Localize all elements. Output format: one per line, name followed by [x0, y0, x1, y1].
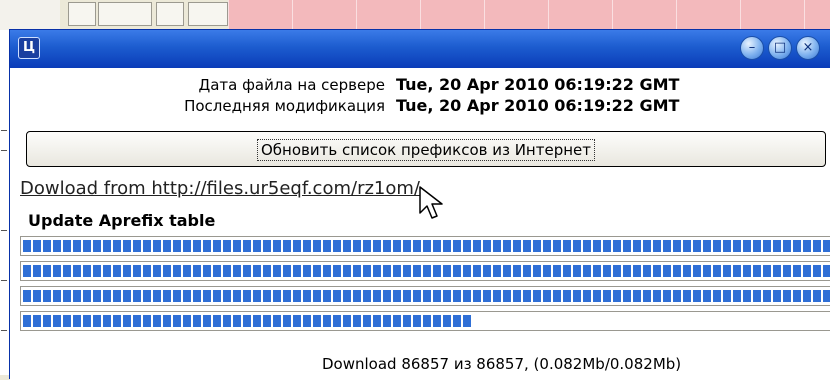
update-prefixes-button[interactable]: Обновить список префиксов из Интернет [26, 131, 826, 167]
server-date-row: Дата файла на сервере Tue, 20 Apr 2010 0… [10, 75, 830, 96]
restore-icon[interactable]: □ [768, 36, 792, 60]
update-dialog: Ц – □ × Дата файла на сервере Tue, 20 Ap… [9, 29, 830, 380]
update-prefixes-label: Обновить список префиксов из Интернет [256, 139, 596, 161]
server-date-value: Tue, 20 Apr 2010 06:19:22 GMT [396, 75, 680, 94]
toolbar-blank-button[interactable] [188, 2, 228, 26]
progress-bar [20, 311, 830, 331]
progress-bar [20, 236, 830, 256]
background-window [0, 0, 830, 31]
app-logo-icon[interactable]: Ц [18, 37, 40, 59]
toolbar-chart-icon[interactable] [156, 2, 184, 26]
download-link[interactable]: Dowload from http://files.ur5eqf.com/rz1… [20, 178, 420, 199]
background-grid-header [228, 0, 830, 30]
progress-fill [23, 315, 473, 327]
section-title: Update Aprefix table [28, 211, 216, 230]
server-date-label: Дата файла на сервере [198, 76, 385, 94]
close-icon[interactable]: × [796, 36, 820, 60]
progress-bar [20, 286, 830, 306]
last-modified-label: Последняя модификация [184, 97, 385, 115]
background-toolbar [60, 0, 230, 30]
minimize-icon[interactable]: – [740, 36, 764, 60]
progress-bar [20, 261, 830, 281]
last-modified-row: Последняя модификация Tue, 20 Apr 2010 0… [10, 96, 830, 117]
last-modified-value: Tue, 20 Apr 2010 06:19:22 GMT [396, 96, 680, 115]
download-status: Download 86857 из 86857, (0.082Mb/0.082M… [322, 355, 682, 373]
mouse-cursor-icon [419, 186, 443, 219]
toolbar-refresh-icon[interactable] [68, 2, 96, 26]
dialog-body: Дата файла на сервере Tue, 20 Apr 2010 0… [10, 68, 830, 380]
toolbar-blank-button[interactable] [98, 2, 152, 26]
progress-fill [23, 265, 830, 277]
title-bar[interactable]: Ц – □ × [10, 30, 830, 68]
progress-fill [23, 290, 830, 302]
progress-fill [23, 240, 830, 252]
